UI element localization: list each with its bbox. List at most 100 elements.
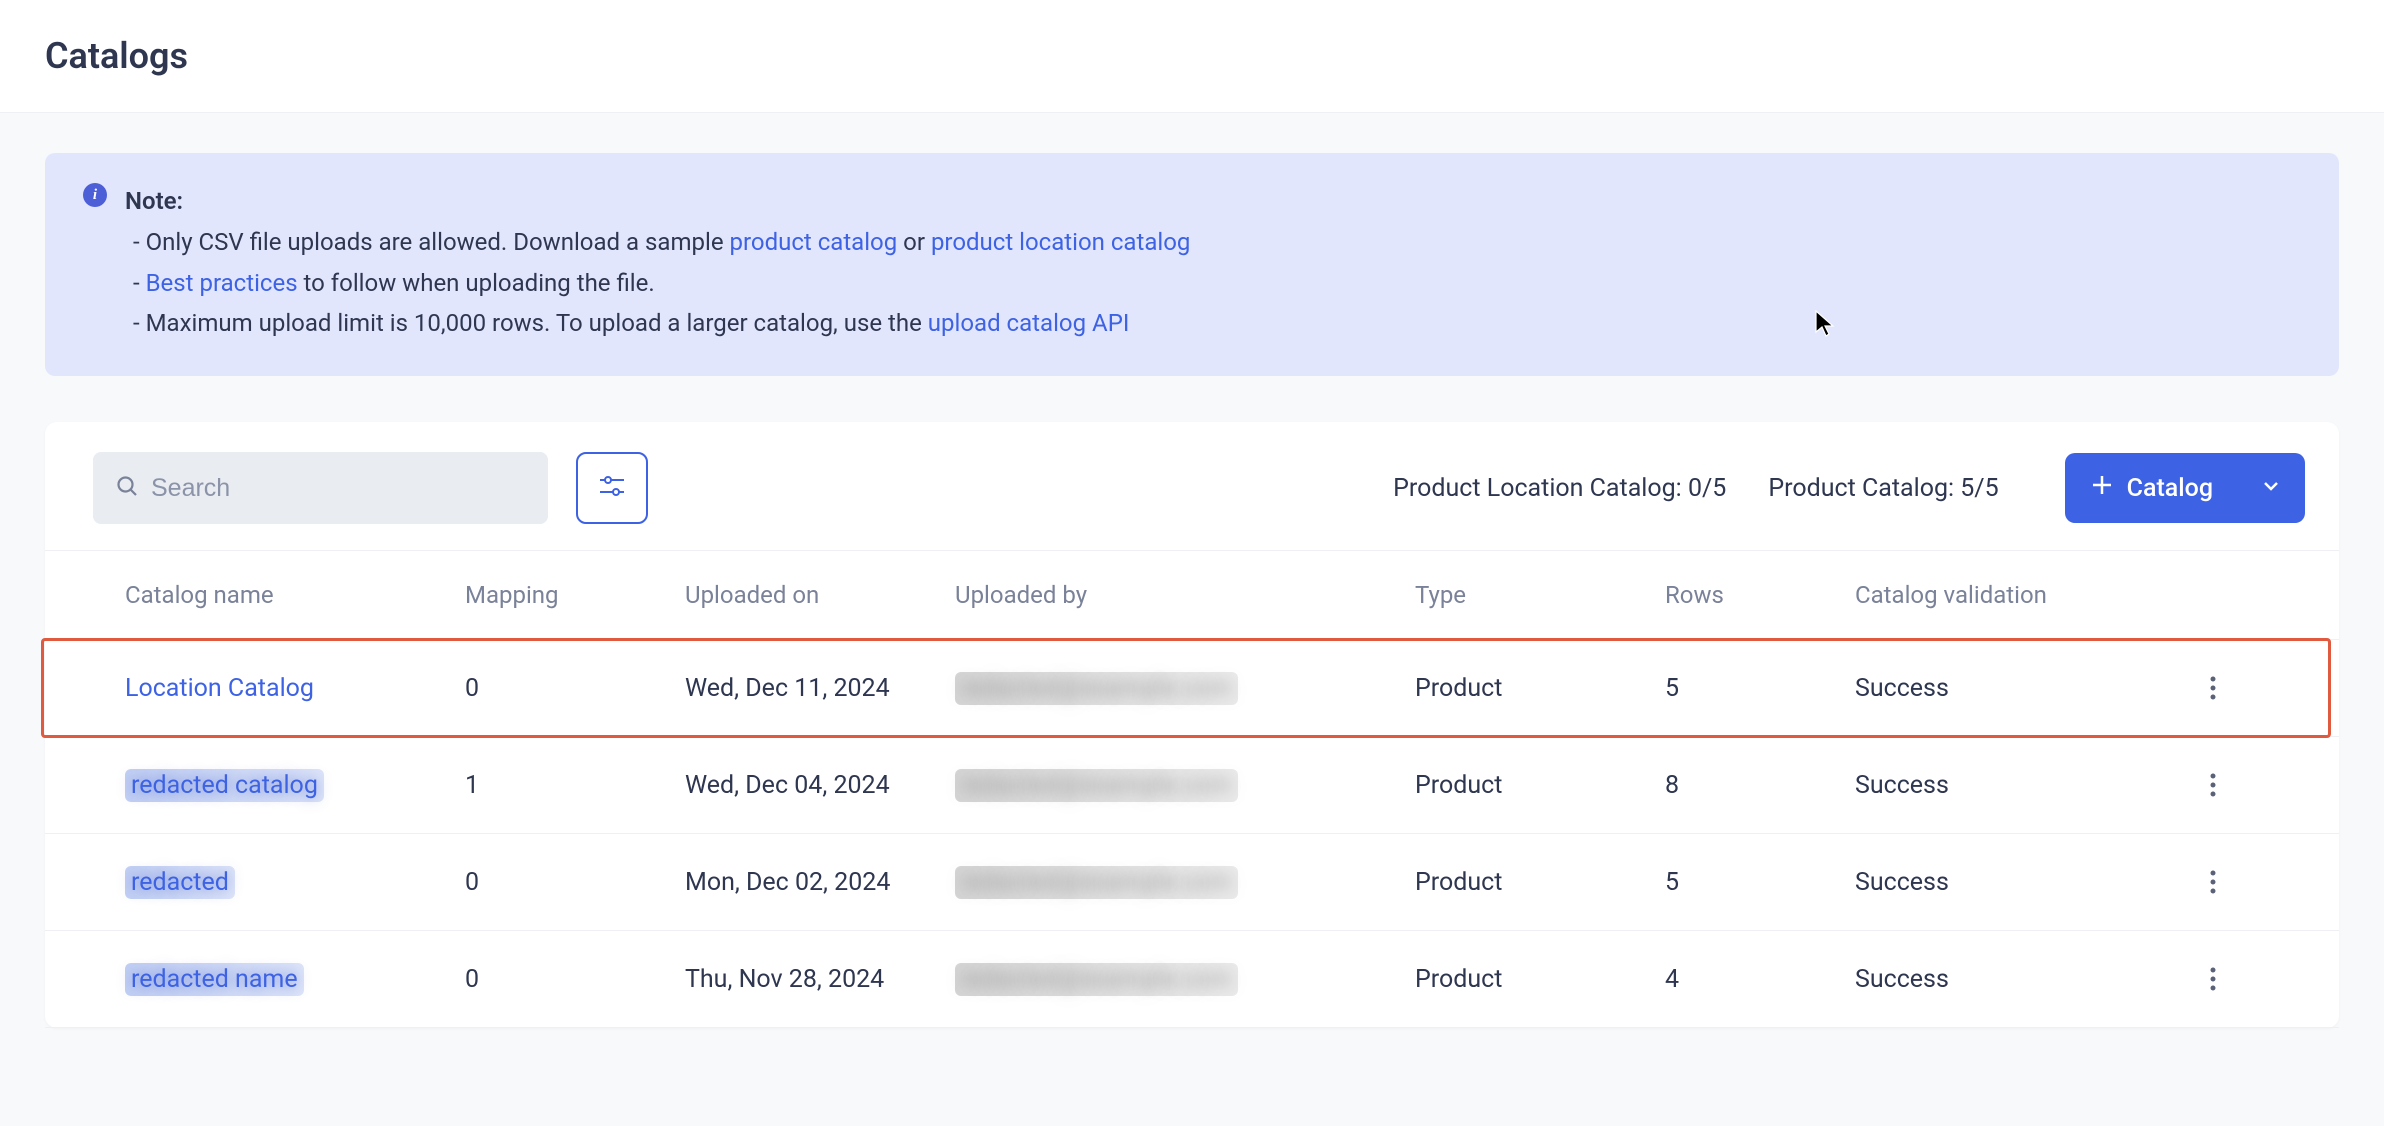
note-label: Note:: [125, 181, 1190, 222]
cell-validation: Success: [1855, 965, 2195, 994]
cell-rows: 4: [1665, 965, 1855, 994]
info-icon: i: [83, 183, 107, 207]
table-row: redacted name 0Thu, Nov 28, 2024redacted@…: [45, 931, 2339, 1028]
cell-rows: 8: [1665, 771, 1855, 800]
cell-catalog-name: Location Catalog: [125, 674, 465, 703]
row-actions-button[interactable]: [2195, 961, 2231, 997]
add-catalog-button[interactable]: Catalog: [2065, 453, 2305, 523]
note-line-1-mid: or: [897, 228, 931, 256]
th-name: Catalog name: [125, 581, 465, 609]
product-catalog-counter: Product Catalog: 5/5: [1768, 474, 1998, 503]
cell-type: Product: [1415, 868, 1665, 897]
cell-validation: Success: [1855, 868, 2195, 897]
th-type: Type: [1415, 581, 1665, 609]
cell-validation: Success: [1855, 771, 2195, 800]
uploaded-by-redacted: redacted@example.com: [955, 672, 1238, 705]
info-icon-wrap: i: [83, 181, 107, 344]
cell-mapping: 0: [465, 674, 685, 703]
location-catalog-counter: Product Location Catalog: 0/5: [1393, 474, 1726, 503]
dots-vertical-icon: [2210, 676, 2216, 700]
add-catalog-label: Catalog: [2127, 474, 2213, 503]
note-line-3: - Maximum upload limit is 10,000 rows. T…: [125, 303, 1190, 344]
cell-uploaded-by: redacted@example.com: [955, 963, 1415, 996]
cell-type: Product: [1415, 674, 1665, 703]
cell-mapping: 1: [465, 771, 685, 800]
loc-counter-value: 0/5: [1688, 474, 1726, 503]
search-icon: [115, 474, 139, 502]
note-line-3-prefix: - Maximum upload limit is 10,000 rows. T…: [133, 309, 928, 337]
catalog-table-card: Product Location Catalog: 0/5 Product Ca…: [45, 422, 2339, 1028]
cell-uploaded-on: Thu, Nov 28, 2024: [685, 965, 955, 994]
table-row: Location Catalog 0Wed, Dec 11, 2024redact…: [45, 640, 2339, 737]
table-row: redacted catalog 1Wed, Dec 04, 2024redact…: [45, 737, 2339, 834]
cell-mapping: 0: [465, 965, 685, 994]
cell-rows: 5: [1665, 868, 1855, 897]
cell-catalog-name: redacted: [125, 866, 465, 899]
cell-uploaded-on: Wed, Dec 04, 2024: [685, 771, 955, 800]
link-upload-catalog-api[interactable]: upload catalog API: [928, 309, 1130, 337]
cell-validation: Success: [1855, 674, 2195, 703]
note-body: Note: - Only CSV file uploads are allowe…: [125, 181, 1190, 344]
link-product-location-catalog[interactable]: product location catalog: [931, 228, 1190, 256]
catalog-name-link[interactable]: redacted name: [125, 963, 304, 996]
th-rows: Rows: [1665, 581, 1855, 609]
catalog-name-link[interactable]: Location Catalog: [125, 674, 314, 703]
cell-actions: [2195, 670, 2305, 706]
catalog-name-link[interactable]: redacted: [125, 866, 235, 899]
note-line-1-prefix: - Only CSV file uploads are allowed. Dow…: [133, 228, 730, 256]
cell-actions: [2195, 767, 2305, 803]
main-content: i Note: - Only CSV file uploads are allo…: [0, 113, 2384, 1028]
table-body: Location Catalog0Wed, Dec 11, 2024redact…: [45, 640, 2339, 1028]
th-actions: [2195, 581, 2305, 609]
table-row: redacted 0Mon, Dec 02, 2024redacted@examp…: [45, 834, 2339, 931]
cell-type: Product: [1415, 965, 1665, 994]
note-line-2-suffix: to follow when uploading the file.: [298, 269, 655, 297]
dots-vertical-icon: [2210, 870, 2216, 894]
link-best-practices[interactable]: Best practices: [146, 269, 298, 297]
note-line-1: - Only CSV file uploads are allowed. Dow…: [125, 222, 1190, 263]
note-box: i Note: - Only CSV file uploads are allo…: [45, 153, 2339, 376]
filter-button[interactable]: [576, 452, 648, 524]
prod-counter-label: Product Catalog:: [1768, 474, 1960, 503]
prod-counter-value: 5/5: [1960, 474, 1998, 503]
row-actions-button[interactable]: [2195, 767, 2231, 803]
uploaded-by-redacted: redacted@example.com: [955, 769, 1238, 802]
dots-vertical-icon: [2210, 773, 2216, 797]
table: Catalog name Mapping Uploaded on Uploade…: [45, 550, 2339, 1028]
page-title: Catalogs: [0, 0, 2384, 113]
cell-mapping: 0: [465, 868, 685, 897]
search-wrap[interactable]: [93, 452, 548, 524]
search-input[interactable]: [151, 474, 526, 503]
cell-uploaded-on: Mon, Dec 02, 2024: [685, 868, 955, 897]
note-line-2-prefix: -: [133, 269, 146, 297]
th-validation: Catalog validation: [1855, 581, 2195, 609]
row-actions-button[interactable]: [2195, 864, 2231, 900]
link-product-catalog[interactable]: product catalog: [730, 228, 898, 256]
cell-rows: 5: [1665, 674, 1855, 703]
cell-uploaded-by: redacted@example.com: [955, 769, 1415, 802]
th-uploaded-on: Uploaded on: [685, 581, 955, 609]
loc-counter-label: Product Location Catalog:: [1393, 474, 1688, 503]
th-uploaded-by: Uploaded by: [955, 581, 1415, 609]
uploaded-by-redacted: redacted@example.com: [955, 963, 1238, 996]
cell-actions: [2195, 961, 2305, 997]
th-mapping: Mapping: [465, 581, 685, 609]
add-catalog-main[interactable]: Catalog: [2065, 474, 2237, 503]
chevron-down-icon: [2261, 476, 2281, 500]
cell-uploaded-on: Wed, Dec 11, 2024: [685, 674, 955, 703]
catalog-name-link[interactable]: redacted catalog: [125, 769, 324, 802]
cell-uploaded-by: redacted@example.com: [955, 866, 1415, 899]
dots-vertical-icon: [2210, 967, 2216, 991]
cell-uploaded-by: redacted@example.com: [955, 672, 1415, 705]
add-catalog-dropdown[interactable]: [2237, 453, 2305, 523]
row-actions-button[interactable]: [2195, 670, 2231, 706]
table-header: Catalog name Mapping Uploaded on Uploade…: [45, 551, 2339, 640]
cell-actions: [2195, 864, 2305, 900]
plus-icon: [2091, 474, 2113, 503]
cell-catalog-name: redacted catalog: [125, 769, 465, 802]
uploaded-by-redacted: redacted@example.com: [955, 866, 1238, 899]
cell-type: Product: [1415, 771, 1665, 800]
cell-catalog-name: redacted name: [125, 963, 465, 996]
sliders-icon: [598, 474, 626, 502]
toolbar: Product Location Catalog: 0/5 Product Ca…: [45, 422, 2339, 550]
